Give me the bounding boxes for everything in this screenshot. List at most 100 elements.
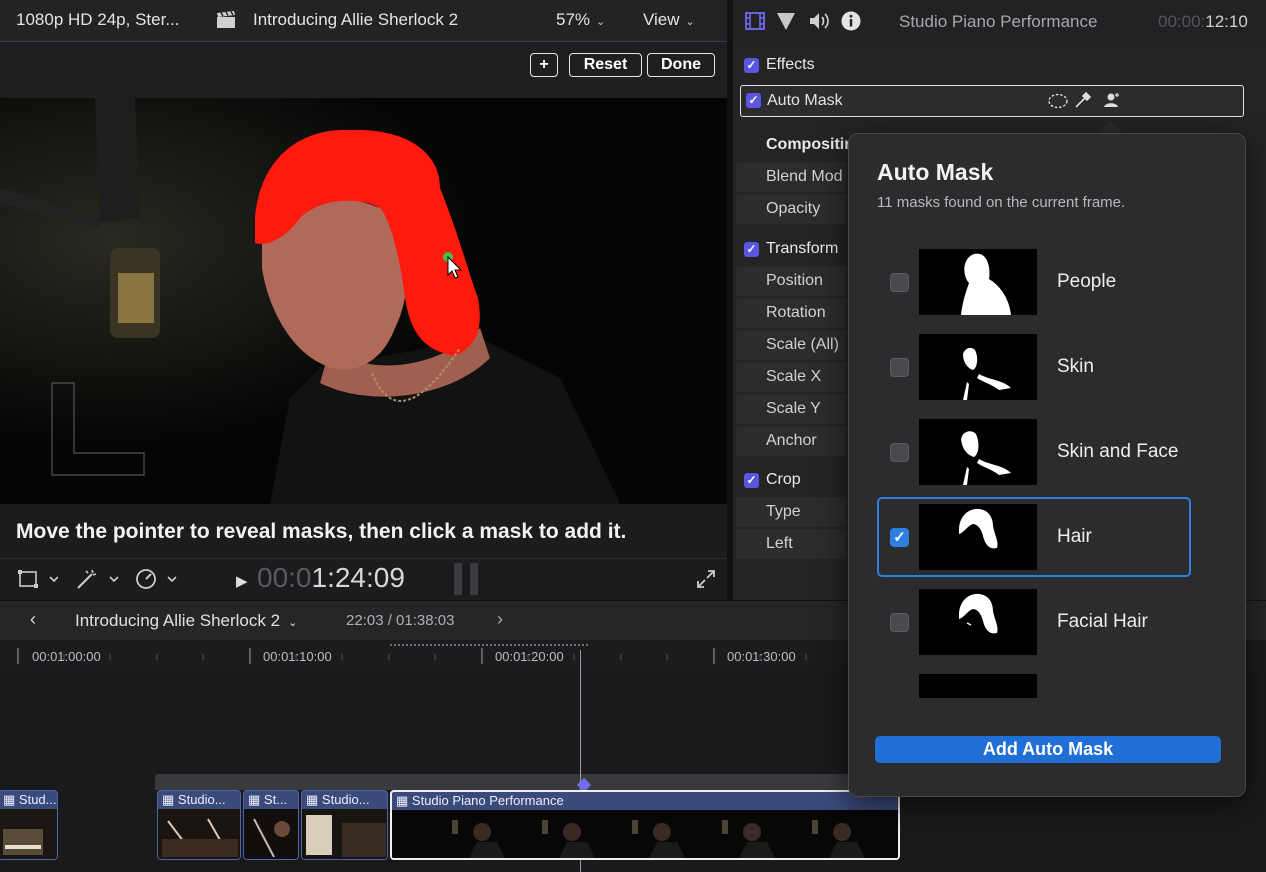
- blend-mode-row[interactable]: Blend Mod: [736, 162, 846, 192]
- clip-stack-bar: [155, 774, 900, 790]
- clip-name: Studio Piano Performance: [899, 12, 1098, 31]
- add-button[interactable]: +: [530, 53, 558, 77]
- people-mask-thumbnail: [919, 249, 1037, 315]
- mask-option-hair[interactable]: ✓ Hair: [877, 497, 1191, 577]
- timecode-display: 00:01:24:09: [257, 562, 405, 593]
- clip-icon: ▦: [396, 793, 409, 808]
- fullscreen-icon[interactable]: [695, 568, 717, 595]
- timeline-clip-selected[interactable]: ▦ Studio Piano Performance: [390, 790, 900, 860]
- transform-icon[interactable]: [18, 569, 59, 594]
- auto-mask-checkbox[interactable]: ✓: [746, 93, 761, 108]
- mask-checkbox[interactable]: [890, 613, 909, 632]
- mask-label: Skin: [1057, 356, 1094, 377]
- mask-thumbnail-partial: [919, 674, 1037, 698]
- anchor-row[interactable]: Anchor: [736, 426, 846, 456]
- timeline-project-menu[interactable]: Introducing Allie Sherlock 2 ⌄: [75, 611, 297, 631]
- clip-label: ▦ Stud...: [3, 792, 57, 807]
- project-title: Introducing Allie Sherlock 2: [253, 10, 459, 29]
- clip-duration: 00:00:12:10: [1158, 12, 1248, 31]
- mask-option-people[interactable]: People: [877, 243, 1191, 323]
- zoom-menu[interactable]: 57% ⌄: [556, 10, 605, 30]
- rotation-row[interactable]: Rotation: [736, 298, 846, 328]
- color-inspector-icon[interactable]: [776, 11, 796, 36]
- crop-checkbox[interactable]: ✓: [744, 473, 759, 488]
- back-arrow-icon[interactable]: ‹: [30, 609, 36, 630]
- position-row[interactable]: Position: [736, 266, 846, 296]
- mask-label: Skin and Face: [1057, 441, 1179, 462]
- transform-heading[interactable]: Transform: [766, 240, 838, 258]
- clip-label: ▦ Studio...: [162, 792, 226, 807]
- viewer-header: 1080p HD 24p, Ster... Introducing Allie …: [0, 0, 727, 42]
- crop-type-row[interactable]: Type: [736, 497, 846, 527]
- crop-heading[interactable]: Crop: [766, 471, 801, 489]
- scale-y-row[interactable]: Scale Y: [736, 394, 846, 424]
- video-frame[interactable]: [0, 98, 727, 504]
- clip-thumbnail: [302, 809, 387, 859]
- audio-inspector-icon[interactable]: [808, 11, 830, 36]
- transform-checkbox[interactable]: ✓: [744, 242, 759, 257]
- compositing-heading[interactable]: Compositin: [766, 136, 854, 154]
- effects-heading[interactable]: Effects: [766, 56, 815, 74]
- lasso-icon[interactable]: [1048, 92, 1068, 115]
- clip-label: ▦ Studio...: [306, 792, 370, 807]
- mask-label: People: [1057, 271, 1117, 292]
- timeline-clip[interactable]: ▦ Stud...: [0, 790, 58, 860]
- chevron-down-icon: ⌄: [288, 617, 298, 629]
- add-auto-mask-button[interactable]: Add Auto Mask: [875, 736, 1221, 763]
- ruler-label: 00:01:20:00: [495, 649, 564, 664]
- video-inspector-icon[interactable]: [745, 11, 765, 36]
- play-icon[interactable]: ▶: [236, 572, 248, 590]
- scale-x-row[interactable]: Scale X: [736, 362, 846, 392]
- clip-icon: ▦: [162, 792, 175, 807]
- clip-label: ▦ Studio Piano Performance: [396, 793, 564, 808]
- timeline-clip[interactable]: ▦ Studio...: [301, 790, 388, 860]
- clip-thumbnail: [244, 809, 298, 859]
- mask-option-skin-and-face[interactable]: Skin and Face: [877, 413, 1191, 493]
- video-frame-image: [0, 98, 727, 504]
- mask-option-skin[interactable]: Skin: [877, 328, 1191, 408]
- clip-thumbnail: [0, 809, 57, 859]
- viewer-toolbar: + Reset Done: [0, 42, 727, 98]
- skin-and-face-mask-thumbnail: [919, 419, 1037, 485]
- forward-arrow-icon[interactable]: ›: [497, 609, 503, 630]
- crop-left-row[interactable]: Left: [736, 529, 846, 559]
- clip-icon: ▦: [306, 792, 319, 807]
- done-button[interactable]: Done: [647, 53, 715, 77]
- clapper-icon[interactable]: [216, 11, 236, 34]
- pause-icon[interactable]: [452, 563, 482, 595]
- add-person-mask-icon[interactable]: [1103, 91, 1121, 114]
- speed-icon[interactable]: [134, 568, 180, 595]
- clip-thumbnail: [158, 809, 240, 859]
- view-menu[interactable]: View ⌄: [643, 10, 695, 30]
- popover-subtitle: 11 masks found on the current frame.: [877, 194, 1126, 211]
- scale-all-row[interactable]: Scale (All): [736, 330, 846, 360]
- clip-icon: ▦: [3, 792, 16, 807]
- mask-label: Hair: [1057, 526, 1092, 547]
- mask-option-facial-hair[interactable]: Facial Hair: [877, 583, 1191, 663]
- format-menu[interactable]: 1080p HD 24p, Ster...: [16, 10, 180, 30]
- auto-mask-effect-row[interactable]: ✓ Auto Mask: [740, 85, 1244, 117]
- mask-checkbox[interactable]: [890, 273, 909, 292]
- clip-label: ▦ St...: [248, 792, 288, 807]
- mask-checkbox[interactable]: [890, 443, 909, 462]
- opacity-row[interactable]: Opacity: [736, 194, 846, 224]
- effects-checkbox[interactable]: ✓: [744, 58, 759, 73]
- inspector-header: Studio Piano Performance 00:00:12:10: [733, 0, 1266, 42]
- popover-title: Auto Mask: [877, 159, 994, 185]
- instruction-bar: Move the pointer to reveal masks, then c…: [0, 504, 727, 558]
- chevron-down-icon: ⌄: [685, 16, 695, 28]
- timeline-clip[interactable]: ▦ Studio...: [157, 790, 241, 860]
- ruler-label: 00:01:30:00: [727, 649, 796, 664]
- mask-checkbox[interactable]: [890, 358, 909, 377]
- popover-arrow: [1098, 120, 1124, 134]
- ruler-label: 00:01:10:00: [263, 649, 332, 664]
- eyedropper-icon[interactable]: [1073, 90, 1093, 115]
- magic-wand-icon[interactable]: [74, 568, 120, 595]
- facial-hair-mask-thumbnail: [919, 589, 1037, 655]
- timeline-clip[interactable]: ▦ St...: [243, 790, 299, 860]
- reset-button[interactable]: Reset: [569, 53, 642, 77]
- mask-checkbox-checked[interactable]: ✓: [890, 528, 909, 547]
- chevron-down-icon: ⌄: [596, 16, 606, 28]
- transport-bar: ▶ 00:01:24:09: [0, 558, 727, 600]
- info-icon[interactable]: [841, 11, 861, 36]
